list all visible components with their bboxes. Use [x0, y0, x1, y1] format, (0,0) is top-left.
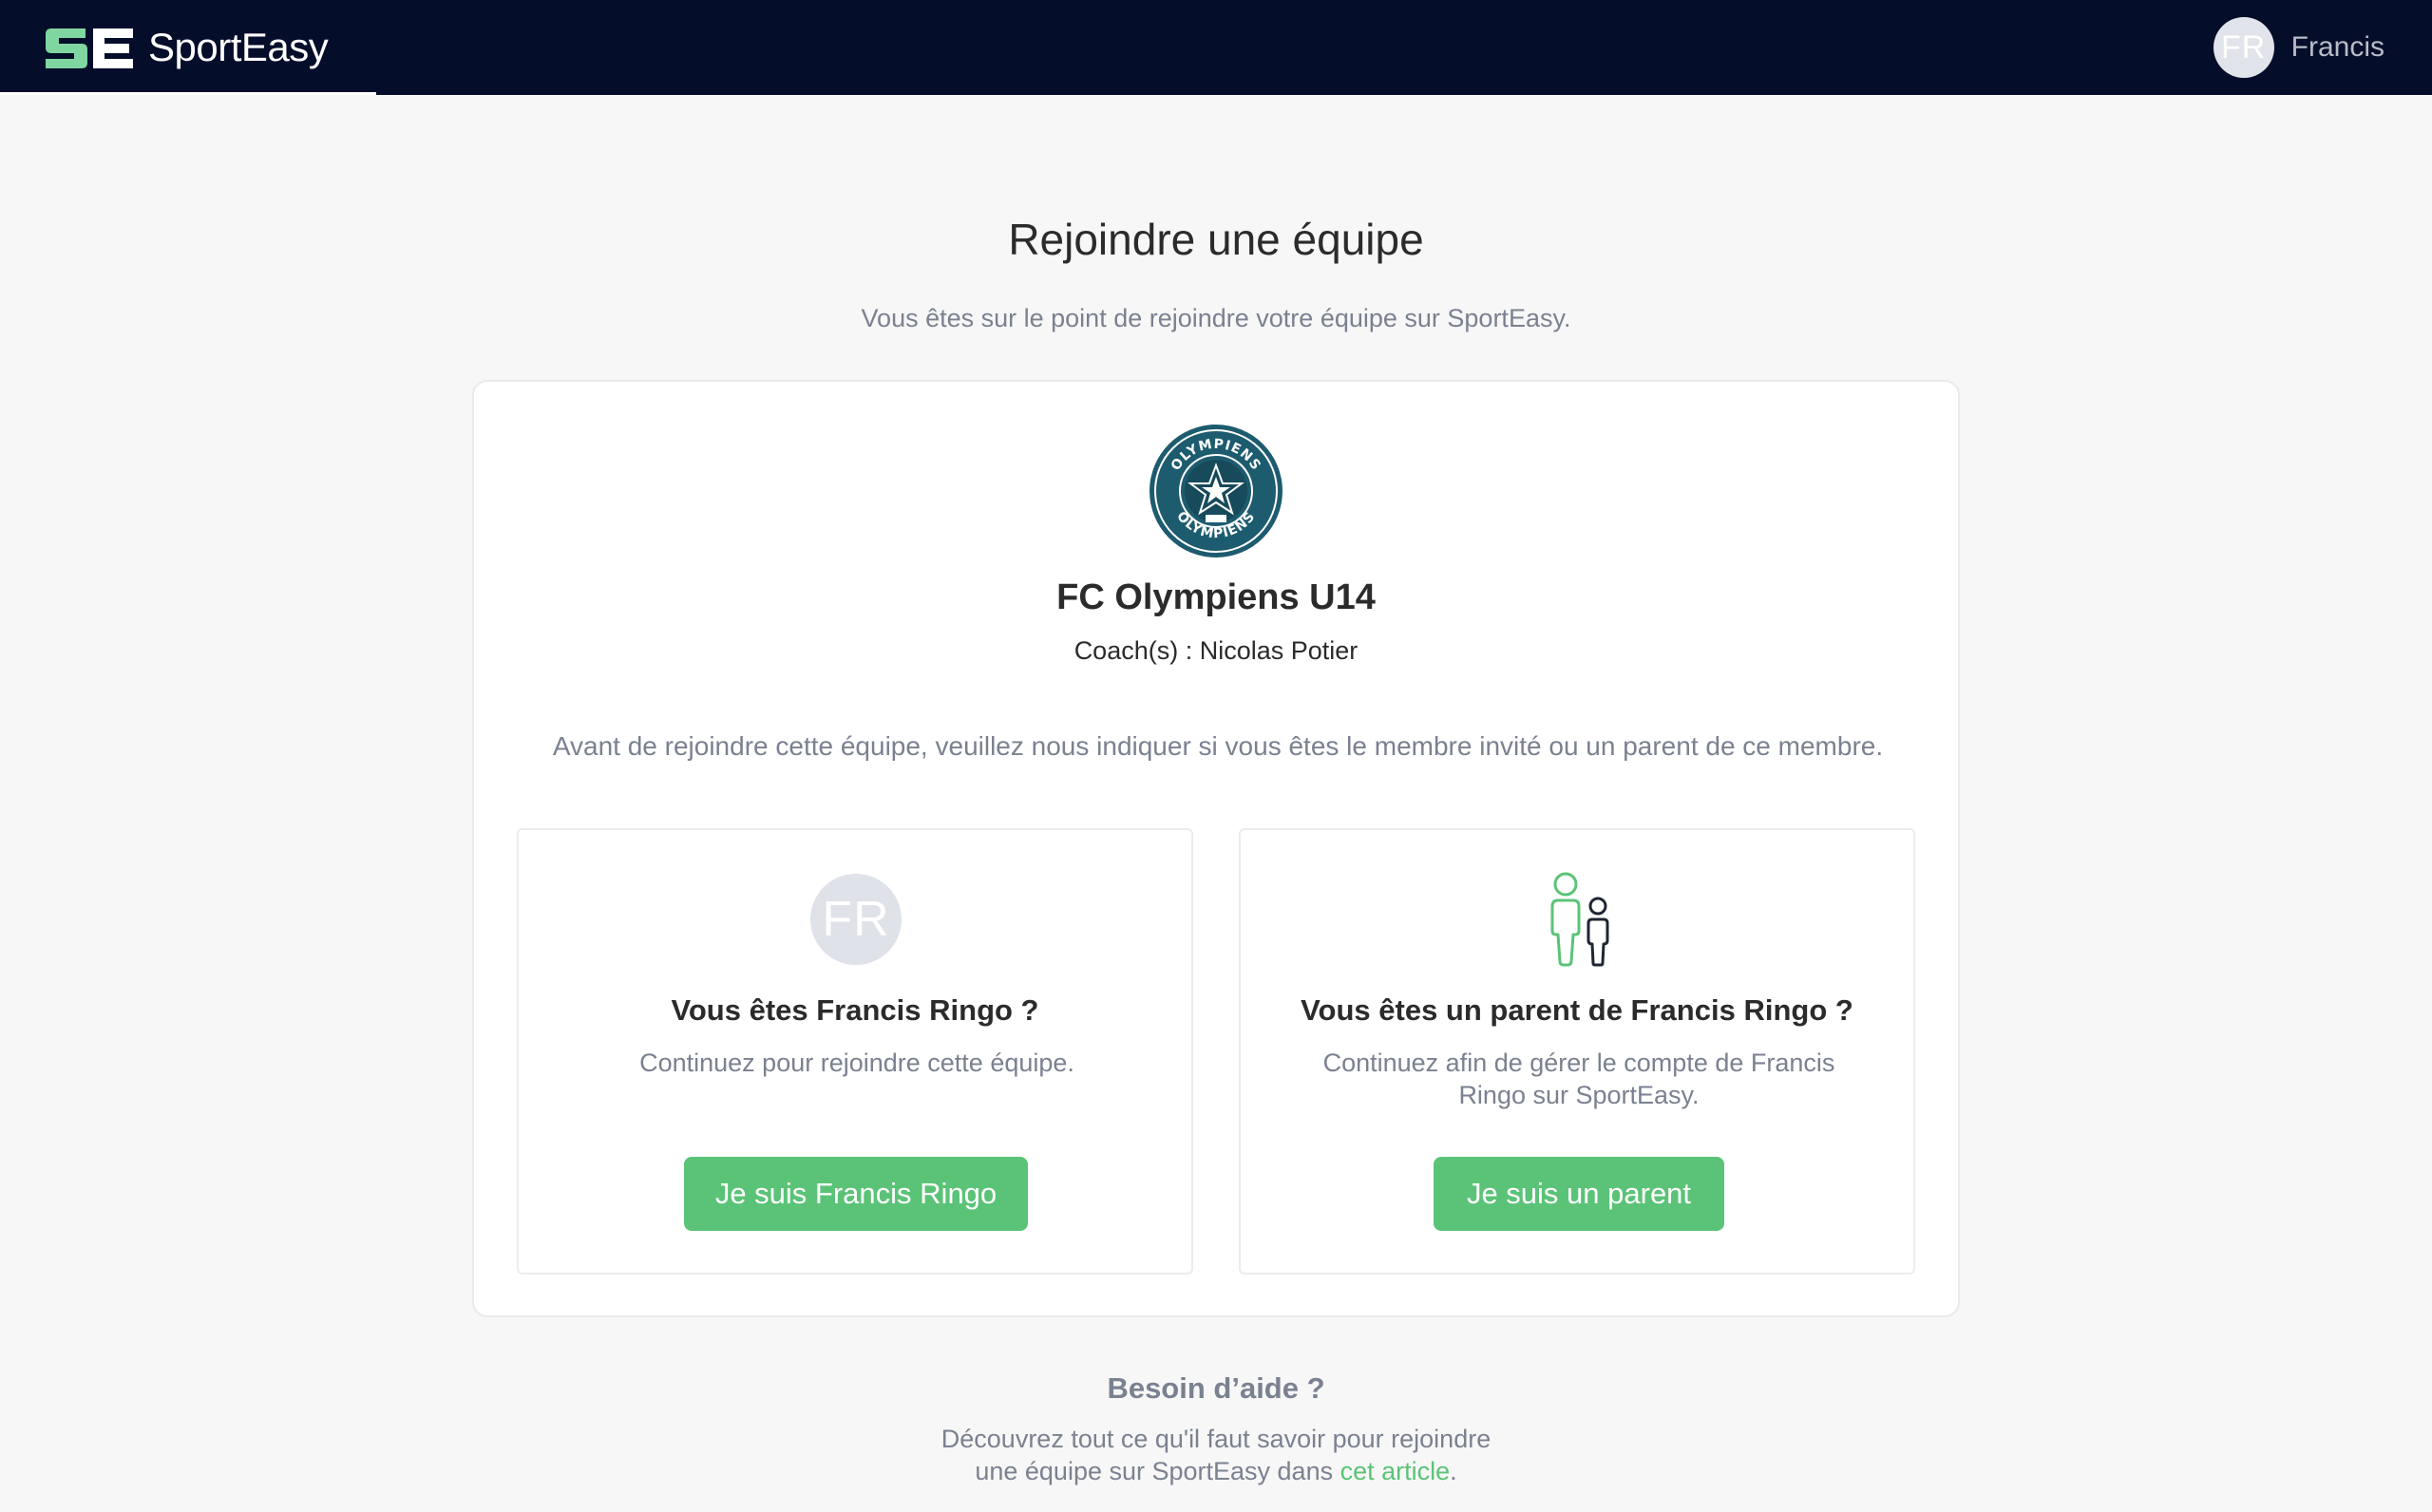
sporteasy-logo-link[interactable]: SportEasy — [44, 25, 329, 70]
help-article-link[interactable]: cet article — [1340, 1457, 1451, 1485]
help-title: Besoin d’aide ? — [1107, 1371, 1325, 1405]
page-subtitle: Vous êtes sur le point de rejoindre votr… — [861, 304, 1571, 332]
member-option-title: Vous êtes Francis Ringo ? — [671, 993, 1039, 1027]
user-avatar: FR — [2213, 17, 2274, 78]
role-question-text: Avant de rejoindre cette équipe, veuille… — [552, 731, 1884, 761]
top-navbar: SportEasy FR Francis — [0, 0, 2432, 95]
i-am-member-button[interactable]: Je suis Francis Ringo — [684, 1157, 1028, 1231]
team-logo: OLYMPIENS OLYMPIENS — [1150, 425, 1282, 558]
team-name: FC Olympiens U14 — [1056, 577, 1376, 617]
help-text-line2: une équipe sur SportEasy dans — [975, 1457, 1340, 1485]
team-coaches: Coach(s) : Nicolas Potier — [1074, 636, 1358, 665]
user-name: Francis — [2290, 31, 2384, 63]
page-title: Rejoindre une équipe — [1008, 215, 1424, 264]
join-team-card: OLYMPIENS OLYMPIENS FC Olympiens U14 Coa… — [472, 380, 1960, 1317]
help-text-line1: Découvrez tout ce qu'il faut savoir pour… — [940, 1425, 1492, 1453]
parent-option-card: Vous êtes un parent de Francis Ringo ? C… — [1239, 828, 1915, 1275]
member-option-card: FR Vous êtes Francis Ringo ? Continuez p… — [517, 828, 1193, 1275]
parent-option-text: Continuez afin de gérer le compte de Fra… — [1322, 1049, 1835, 1109]
parent-child-icon — [1550, 872, 1609, 967]
user-menu[interactable]: FR Francis — [2213, 17, 2384, 78]
active-tab-indicator — [0, 92, 376, 95]
parent-option-title: Vous êtes un parent de Francis Ringo ? — [1301, 993, 1853, 1027]
i-am-parent-button[interactable]: Je suis un parent — [1434, 1157, 1724, 1231]
member-avatar: FR — [810, 874, 902, 965]
brand-name: SportEasy — [148, 25, 329, 69]
sporteasy-logo-icon — [46, 28, 133, 68]
member-option-text: Continuez pour rejoindre cette équipe. — [639, 1049, 1074, 1077]
help-text-end: . — [1450, 1457, 1457, 1485]
help-text: Découvrez tout ce qu'il faut savoir pour… — [836, 1423, 1596, 1487]
